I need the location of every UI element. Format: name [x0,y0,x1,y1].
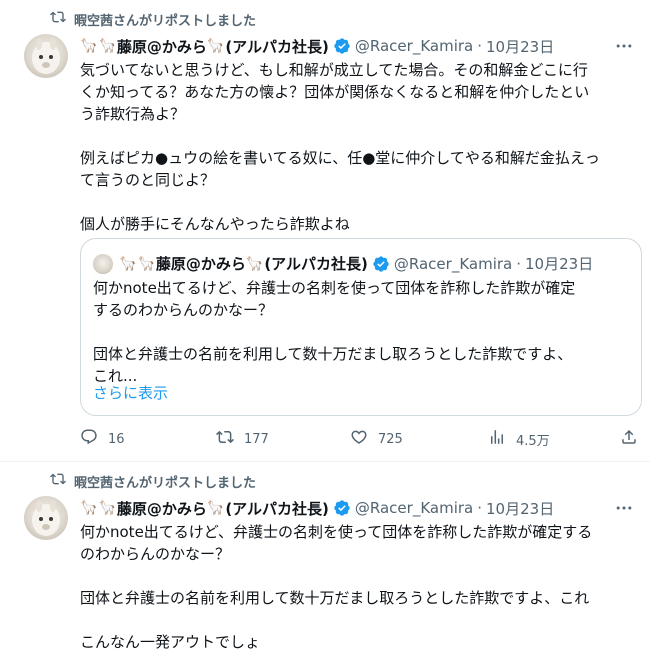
alpaca-icon: 🦙 [206,38,225,54]
quoted-tweet-date: 10月23日 [525,255,594,273]
verified-badge-icon [333,499,351,517]
separator-dot: · [477,499,483,517]
more-options-icon[interactable] [614,498,634,518]
quoted-tweet-header: 🦙 🦙 藤原@かみら 🦙 (アルパカ社長) @Racer_Kamira · 10… [93,253,593,274]
reply-count: 16 [108,431,125,447]
quoted-text-line: これ... [93,367,138,385]
quoted-text-line: するのわからんのかなー？ [93,301,274,319]
tweet-text-line: 何かnote出てるけど、弁護士の名刺を使って団体を詐称した詐欺が確定する [80,523,593,541]
quoted-author-name: 藤原@かみら [155,255,246,273]
tweet-text-line: う詐欺行為よ？ [80,105,186,123]
repost-count: 177 [244,431,269,447]
alpaca-icon: 🦙 [98,38,116,54]
repost-label: 暇空茜さんがリポストしました [74,13,257,29]
alpaca-icon: 🦙 [80,500,98,516]
quoted-author-handle: @Racer_Kamira [393,254,513,273]
tweet-text-line: のわからんのかなー？ [80,545,231,563]
repost-icon [50,9,66,29]
tweet-text-line: 団体と弁護士の名前を利用して数十万だまし取ろうとした詐欺ですよ、これ [80,589,590,607]
avatar[interactable] [24,34,68,78]
tweet-text-line: こんなん一発アウトでしょ [80,633,261,650]
tweet-text-line: て言うのと同じよ？ [80,171,216,189]
avatar[interactable] [24,496,68,540]
tweet-1[interactable]: 暇空茜さんがリポストしました 🦙 🦙 藤原@かみら 🦙 (アルパカ社長) @Ra… [0,0,650,462]
author-name[interactable]: 藤原@かみら [117,498,207,519]
quoted-text-line: 何かnote出てるけど、弁護士の名刺を使って団体を詐称した詐欺が確定 [93,279,576,297]
verified-badge-icon [333,37,351,55]
tweet-text-line: くか知ってる？あなた方の懐よ？団体が関係なくなると和解を仲介したとい [80,83,590,101]
reply-icon [80,428,98,450]
tweet-header: 🦙 🦙 藤原@かみら 🦙 (アルパカ社長) @Racer_Kamira · 10… [80,498,554,518]
repost-indicator: 暇空茜さんがリポストしました [50,471,256,491]
author-handle[interactable]: @Racer_Kamira [355,499,473,517]
more-options-icon[interactable] [614,36,634,56]
like-button[interactable]: 725 [350,428,403,450]
alpaca-icon: 🦙 [119,255,137,272]
author-handle[interactable]: @Racer_Kamira [355,37,473,55]
quoted-text-line: 団体と弁護士の名前を利用して数十万だまし取ろうとした詐欺ですよ、 [93,345,573,363]
tweet-header: 🦙 🦙 藤原@かみら 🦙 (アルパカ社長) @Racer_Kamira · 10… [80,36,554,56]
repost-label: 暇空茜さんがリポストしました [74,475,257,491]
tweet-date[interactable]: 10月23日 [486,36,554,57]
tweet-text-line: 個人が勝手にそんなんやったら詐欺よね [80,215,350,233]
repost-indicator: 暇空茜さんがリポストしました [50,9,256,29]
views-chart-icon [488,428,506,450]
tweet-text: 何かnote出てるけど、弁護士の名刺を使って団体を詐称した詐欺が確定する のわか… [80,521,636,650]
alpaca-icon: 🦙 [245,255,264,272]
quoted-tweet-text: 何かnote出てるけど、弁護士の名刺を使って団体を詐称した詐欺が確定 するのわか… [93,277,629,387]
author-name-suffix[interactable]: (アルパカ社長) [225,498,329,519]
repost-button[interactable]: 177 [216,428,269,450]
author-name-suffix[interactable]: (アルパカ社長) [225,36,329,57]
quoted-tweet[interactable]: 🦙 🦙 藤原@かみら 🦙 (アルパカ社長) @Racer_Kamira · 10… [80,238,642,416]
share-icon [620,428,638,450]
tweet-text-line: 例えばピカ●ュウの絵を書いてる奴に、任●堂に仲介してやる和解だ金払えっ [80,149,600,167]
views-button[interactable]: 4.5万 [488,428,550,450]
repost-icon [216,428,234,450]
tweet-2[interactable]: 暇空茜さんがリポストしました 🦙 🦙 藤原@かみら 🦙 (アルパカ社長) @Ra… [0,462,650,650]
tweet-text-line: 気づいてないと思うけど、もし和解が成立してた場合。その和解金どこに行 [80,61,588,79]
like-count: 725 [378,431,403,447]
tweet-date[interactable]: 10月23日 [486,498,554,519]
heart-icon [350,428,368,450]
reply-button[interactable]: 16 [80,428,125,450]
alpaca-icon: 🦙 [137,255,155,272]
repost-icon [50,471,66,491]
separator-dot: · [477,37,483,55]
views-count: 4.5万 [516,433,550,449]
author-name[interactable]: 藤原@かみら [117,36,207,57]
alpaca-icon: 🦙 [80,38,98,54]
alpaca-icon: 🦙 [206,500,225,516]
tweet-actions: 16 177 725 4.5万 [80,428,640,450]
verified-badge-icon [372,255,390,273]
share-button[interactable] [620,428,638,450]
show-more-link[interactable]: さらに表示 [93,382,168,403]
quoted-author-name-suffix: (アルパカ社長) [264,255,368,273]
alpaca-icon: 🦙 [98,500,116,516]
separator-dot: · [516,254,522,273]
tweet-text: 気づいてないと思うけど、もし和解が成立してた場合。その和解金どこに行 くか知って… [80,59,636,235]
quoted-avatar [93,253,113,274]
